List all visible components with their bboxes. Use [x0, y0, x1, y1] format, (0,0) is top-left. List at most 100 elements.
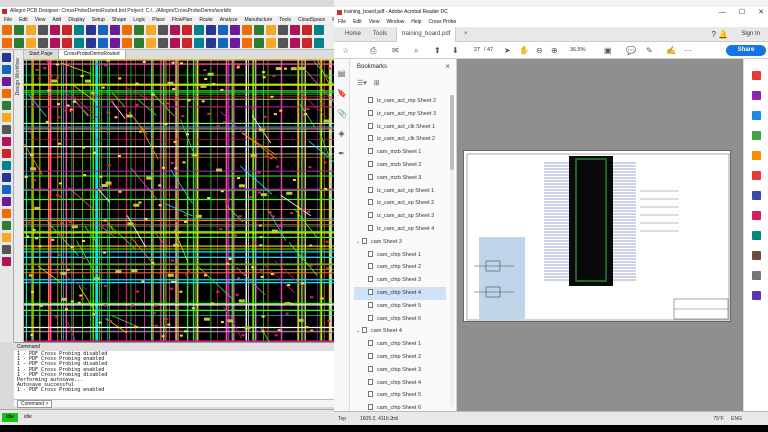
- bookmark-item[interactable]: iz_cam_act_mp Sheet 3: [354, 108, 446, 121]
- pcb-canvas[interactable]: [24, 59, 334, 342]
- bookmark-item[interactable]: cam_chip Sheet 5: [354, 300, 446, 313]
- toolbar-tool-icon[interactable]: [278, 38, 288, 48]
- bookmark-item[interactable]: iz_cam_act_sp Sheet 3: [354, 210, 446, 223]
- toolbar-tool-icon[interactable]: [314, 38, 324, 48]
- bookmark-item[interactable]: cam_chip Sheet 1: [354, 338, 446, 351]
- bookmark-item[interactable]: cam_chip Sheet 4: [354, 377, 446, 390]
- tool-shortcut-icon[interactable]: [752, 191, 761, 200]
- toolbar-tool-icon[interactable]: [122, 25, 132, 35]
- close-panel-icon[interactable]: ×: [445, 62, 450, 71]
- side-tool-icon[interactable]: [2, 53, 11, 62]
- print-icon[interactable]: ⎙: [370, 46, 376, 55]
- side-tool-icon[interactable]: [2, 77, 11, 86]
- toolbar-tool-icon[interactable]: [242, 38, 252, 48]
- bookmark-item[interactable]: cam_chip Sheet 2: [354, 351, 446, 364]
- side-tool-icon[interactable]: [2, 173, 11, 182]
- side-tool-icon[interactable]: [2, 65, 11, 74]
- toolbar-tool-icon[interactable]: [146, 38, 156, 48]
- side-tool-icon[interactable]: [2, 209, 11, 218]
- attachments-icon[interactable]: 📎: [337, 109, 347, 118]
- zoom-out-icon[interactable]: ⊖: [536, 46, 543, 55]
- page-thumbnails-icon[interactable]: ▤: [337, 69, 346, 78]
- scroll-thumb[interactable]: [450, 95, 454, 170]
- layers-icon[interactable]: ◈: [337, 129, 346, 138]
- toolbar-tool-icon[interactable]: [98, 38, 108, 48]
- sign-icon[interactable]: ✍: [666, 46, 676, 55]
- toolbar-tool-icon[interactable]: [206, 38, 216, 48]
- toolbar-tool-icon[interactable]: [230, 38, 240, 48]
- zoom-level[interactable]: 36.5%: [570, 46, 586, 55]
- menu-edit[interactable]: Edit: [19, 16, 28, 24]
- page-down-icon[interactable]: ⬇: [452, 46, 459, 55]
- design-workflow-tab[interactable]: Design Workflow: [14, 50, 24, 342]
- toolbar-tool-icon[interactable]: [86, 25, 96, 35]
- tool-shortcut-icon[interactable]: [752, 131, 761, 140]
- tool-shortcut-icon[interactable]: [752, 91, 761, 100]
- menu-tools[interactable]: Tools: [279, 16, 291, 24]
- menu-setup[interactable]: Setup: [92, 16, 105, 24]
- bookmark-item[interactable]: cam_mzb Sheet 3: [354, 172, 446, 185]
- bookmark-item[interactable]: iz_cam_act_mp Sheet 2: [354, 95, 446, 108]
- tool-shortcut-icon[interactable]: [752, 291, 761, 300]
- toolbar-tool-icon[interactable]: [2, 38, 12, 48]
- toolbar-tool-icon[interactable]: [146, 25, 156, 35]
- toolbar-tool-icon[interactable]: [182, 38, 192, 48]
- highlight-icon[interactable]: ✎: [646, 46, 653, 55]
- menu-window[interactable]: Window: [386, 18, 404, 27]
- bookmark-item[interactable]: iz_cam_act_sp Sheet 4: [354, 223, 446, 236]
- tool-shortcut-icon[interactable]: [752, 111, 761, 120]
- menu-flowplan[interactable]: FlowPlan: [172, 16, 193, 24]
- toolbar-tool-icon[interactable]: [254, 38, 264, 48]
- menu-logic[interactable]: Logic: [133, 16, 145, 24]
- bookmark-group[interactable]: ⌄ cam Sheet 3: [354, 236, 446, 249]
- page-up-icon[interactable]: ⬆: [434, 46, 441, 55]
- toolbar-tool-icon[interactable]: [50, 25, 60, 35]
- toolbar-tool-icon[interactable]: [230, 25, 240, 35]
- menu-add[interactable]: Add: [52, 16, 61, 24]
- toolbar-tool-icon[interactable]: [38, 38, 48, 48]
- share-button[interactable]: Share: [726, 45, 766, 56]
- toolbar-tool-icon[interactable]: [110, 25, 120, 35]
- bookmark-item[interactable]: cam_chip Sheet 3: [354, 364, 446, 377]
- toolbar-tool-icon[interactable]: [2, 25, 12, 35]
- toolbar-tool-icon[interactable]: [158, 38, 168, 48]
- pdf-page[interactable]: [463, 150, 731, 322]
- side-tool-icon[interactable]: [2, 161, 11, 170]
- menu-cross-probe[interactable]: Cross Probe: [429, 18, 457, 27]
- tool-shortcut-icon[interactable]: [752, 151, 761, 160]
- side-tool-icon[interactable]: [2, 137, 11, 146]
- toolbar-tool-icon[interactable]: [290, 38, 300, 48]
- tool-shortcut-icon[interactable]: [752, 251, 761, 260]
- side-tool-icon[interactable]: [2, 101, 11, 110]
- tab-tools[interactable]: Tools: [368, 27, 392, 42]
- toolbar-tool-icon[interactable]: [254, 25, 264, 35]
- email-icon[interactable]: ✉: [392, 46, 399, 55]
- bookmark-item[interactable]: iz_cam_act_clk Sheet 1: [354, 121, 446, 134]
- toolbar-tool-icon[interactable]: [206, 25, 216, 35]
- notifications-icon[interactable]: 🔔: [718, 30, 728, 39]
- tool-shortcut-icon[interactable]: [752, 211, 761, 220]
- comment-icon[interactable]: 💬: [626, 46, 636, 55]
- toolbar-tool-icon[interactable]: [278, 25, 288, 35]
- bookmark-group[interactable]: ⌄ cam Sheet 4: [354, 325, 446, 338]
- minimize-button[interactable]: —: [719, 7, 726, 18]
- close-tab-icon[interactable]: ×: [459, 27, 473, 42]
- menu-route[interactable]: Route: [199, 16, 212, 24]
- signatures-icon[interactable]: ✒: [337, 149, 346, 158]
- side-tool-icon[interactable]: [2, 245, 11, 254]
- document-view[interactable]: [457, 59, 743, 411]
- fit-page-icon[interactable]: ▣: [604, 46, 612, 55]
- side-tool-icon[interactable]: [2, 233, 11, 242]
- tab-home[interactable]: Home: [340, 27, 366, 42]
- side-tool-icon[interactable]: [2, 113, 11, 122]
- bookmark-options-icon[interactable]: ☰▾: [357, 79, 367, 87]
- toolbar-tool-icon[interactable]: [242, 25, 252, 35]
- select-cursor-icon[interactable]: ➤: [504, 46, 511, 55]
- bookmark-item[interactable]: cam_mzb Sheet 2: [354, 159, 446, 172]
- menu-manufacture[interactable]: Manufacture: [244, 16, 272, 24]
- toolbar-tool-icon[interactable]: [74, 38, 84, 48]
- search-icon[interactable]: ⌕: [414, 46, 418, 55]
- close-button[interactable]: ✕: [758, 7, 764, 18]
- toolbar-tool-icon[interactable]: [266, 25, 276, 35]
- bookmark-item[interactable]: iz_cam_act_sp Sheet 2: [354, 197, 446, 210]
